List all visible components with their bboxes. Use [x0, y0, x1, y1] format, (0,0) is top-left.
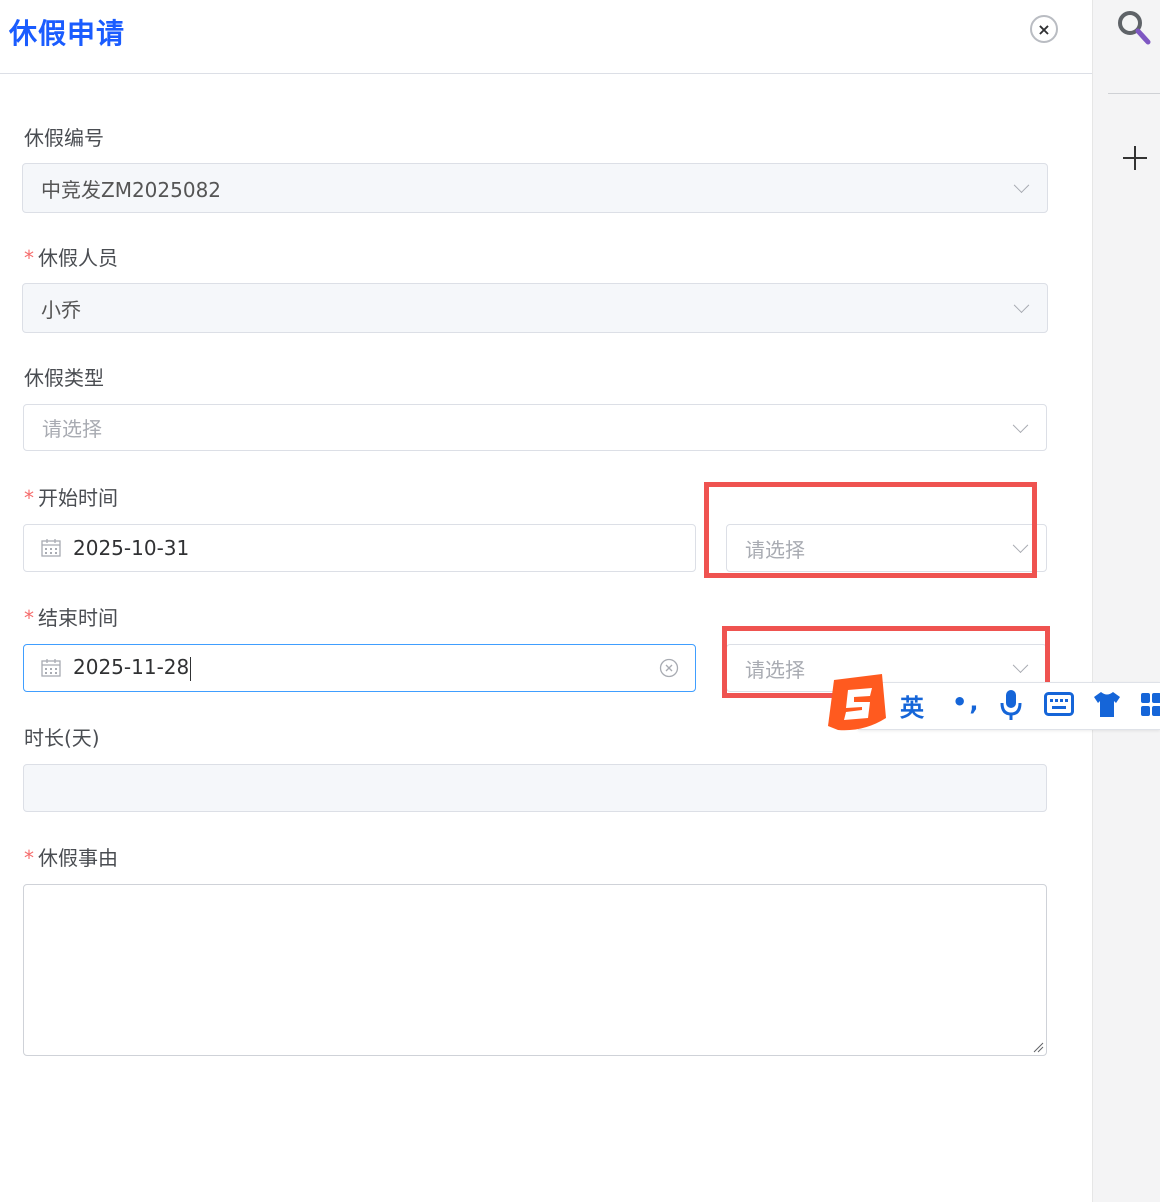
leave-no-select[interactable]: 中竞发ZM2025082: [22, 163, 1048, 213]
calendar-icon: [41, 659, 61, 677]
duration-label: 时长(天): [24, 722, 100, 751]
required-mark: *: [24, 606, 34, 630]
sidebar-divider: [1108, 93, 1160, 94]
close-icon: ×: [1037, 19, 1051, 39]
leave-type-select[interactable]: 请选择: [23, 404, 1047, 451]
keyboard-icon[interactable]: [1044, 692, 1074, 716]
sogou-logo-icon[interactable]: [824, 672, 890, 734]
leave-person-label: * 休假人员: [24, 242, 118, 271]
start-time-label-text: 开始时间: [38, 486, 118, 510]
leave-person-label-text: 休假人员: [38, 246, 118, 270]
chevron-down-icon: [1013, 177, 1030, 194]
leave-person-select[interactable]: 小乔: [22, 283, 1048, 333]
leave-type-label: 休假类型: [24, 362, 104, 391]
required-mark: *: [24, 846, 34, 870]
end-time-label: * 结束时间: [24, 602, 118, 631]
microphone-icon[interactable]: [998, 688, 1024, 722]
leave-no-value: 中竞发ZM2025082: [41, 177, 222, 202]
duration-input[interactable]: [23, 764, 1047, 812]
chevron-down-icon: [1012, 416, 1029, 433]
chevron-down-icon: [1013, 297, 1030, 314]
close-button[interactable]: ×: [1030, 15, 1058, 43]
end-date-picker[interactable]: 2025-11-28: [23, 644, 696, 692]
dialog-title: 休假申请: [9, 17, 126, 50]
dialog-header: 休假申请 ×: [0, 0, 1092, 74]
calendar-icon: [41, 539, 61, 557]
highlight-box-start: [704, 482, 1037, 578]
leave-no-label-text: 休假编号: [24, 126, 104, 150]
search-icon[interactable]: [1117, 10, 1151, 46]
leave-type-label-text: 休假类型: [24, 366, 104, 390]
right-sidebar: [1092, 0, 1160, 1202]
required-mark: *: [24, 246, 34, 270]
end-time-label-text: 结束时间: [38, 606, 118, 630]
resize-handle-icon[interactable]: [1032, 1041, 1044, 1053]
clear-circle-icon[interactable]: [659, 658, 679, 678]
reason-label-text: 休假事由: [38, 846, 118, 870]
end-date-text: 2025-11-28: [73, 655, 190, 680]
start-date-picker[interactable]: 2025-10-31: [23, 524, 696, 572]
duration-label-text: 时长(天): [24, 726, 100, 750]
start-time-label: * 开始时间: [24, 482, 118, 511]
reason-textarea[interactable]: [23, 884, 1047, 1056]
plus-icon[interactable]: [1122, 145, 1148, 171]
skin-shirt-icon[interactable]: [1092, 690, 1122, 718]
leave-person-value: 小乔: [41, 297, 81, 322]
leave-no-label: 休假编号: [24, 122, 104, 151]
text-caret: [190, 656, 192, 681]
leave-type-placeholder: 请选择: [42, 417, 102, 441]
required-mark: *: [24, 486, 34, 510]
reason-label: * 休假事由: [24, 842, 118, 871]
ime-punctuation[interactable]: •,: [952, 688, 980, 716]
leave-application-dialog: 休假申请 × 休假编号 中竞发ZM2025082 * 休假人员 小乔 休假类型 请…: [0, 0, 1092, 1202]
ime-mode-english[interactable]: 英: [900, 688, 924, 723]
toolbox-icon[interactable]: [1140, 692, 1160, 718]
